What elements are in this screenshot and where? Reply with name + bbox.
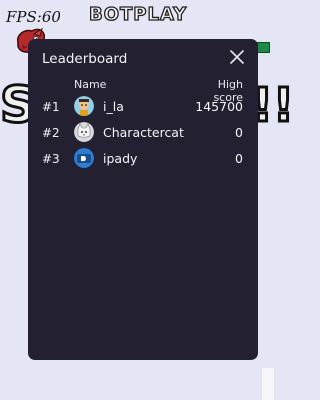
- column-header-name: Name: [74, 78, 107, 91]
- background-strip: [262, 368, 274, 400]
- avatar: [74, 96, 94, 116]
- fps-counter: FPS:60: [6, 8, 61, 26]
- player-name: i_la: [103, 99, 124, 114]
- close-button[interactable]: [228, 48, 246, 66]
- note-block: [257, 42, 270, 53]
- rank-label: #1: [42, 100, 60, 114]
- avatar: [74, 148, 94, 168]
- rank-label: #3: [42, 152, 60, 166]
- cat-avatar-icon: [74, 122, 94, 142]
- song-title-text-right: !!: [251, 78, 296, 132]
- blue-logo-avatar-icon: [74, 148, 94, 168]
- rank-label: #2: [42, 126, 60, 140]
- player-score: 145700: [195, 99, 243, 114]
- botplay-label: BOTPLAY: [88, 3, 188, 25]
- leaderboard-modal: Leaderboard Name High score #1 i_la 1457…: [28, 39, 258, 360]
- leaderboard-row: #3 ipady 0: [28, 148, 258, 170]
- close-icon: [230, 50, 244, 64]
- avatar: [74, 122, 94, 142]
- player-name: ipady: [103, 151, 138, 166]
- player-score: 0: [235, 151, 243, 166]
- cartoon-character-avatar-icon: [74, 96, 94, 116]
- player-name: Charactercat: [103, 125, 184, 140]
- modal-title: Leaderboard: [42, 51, 128, 67]
- leaderboard-row: #2 Charactercat 0: [28, 122, 258, 144]
- leaderboard-row: #1 i_la 145700: [28, 96, 258, 118]
- player-score: 0: [235, 125, 243, 140]
